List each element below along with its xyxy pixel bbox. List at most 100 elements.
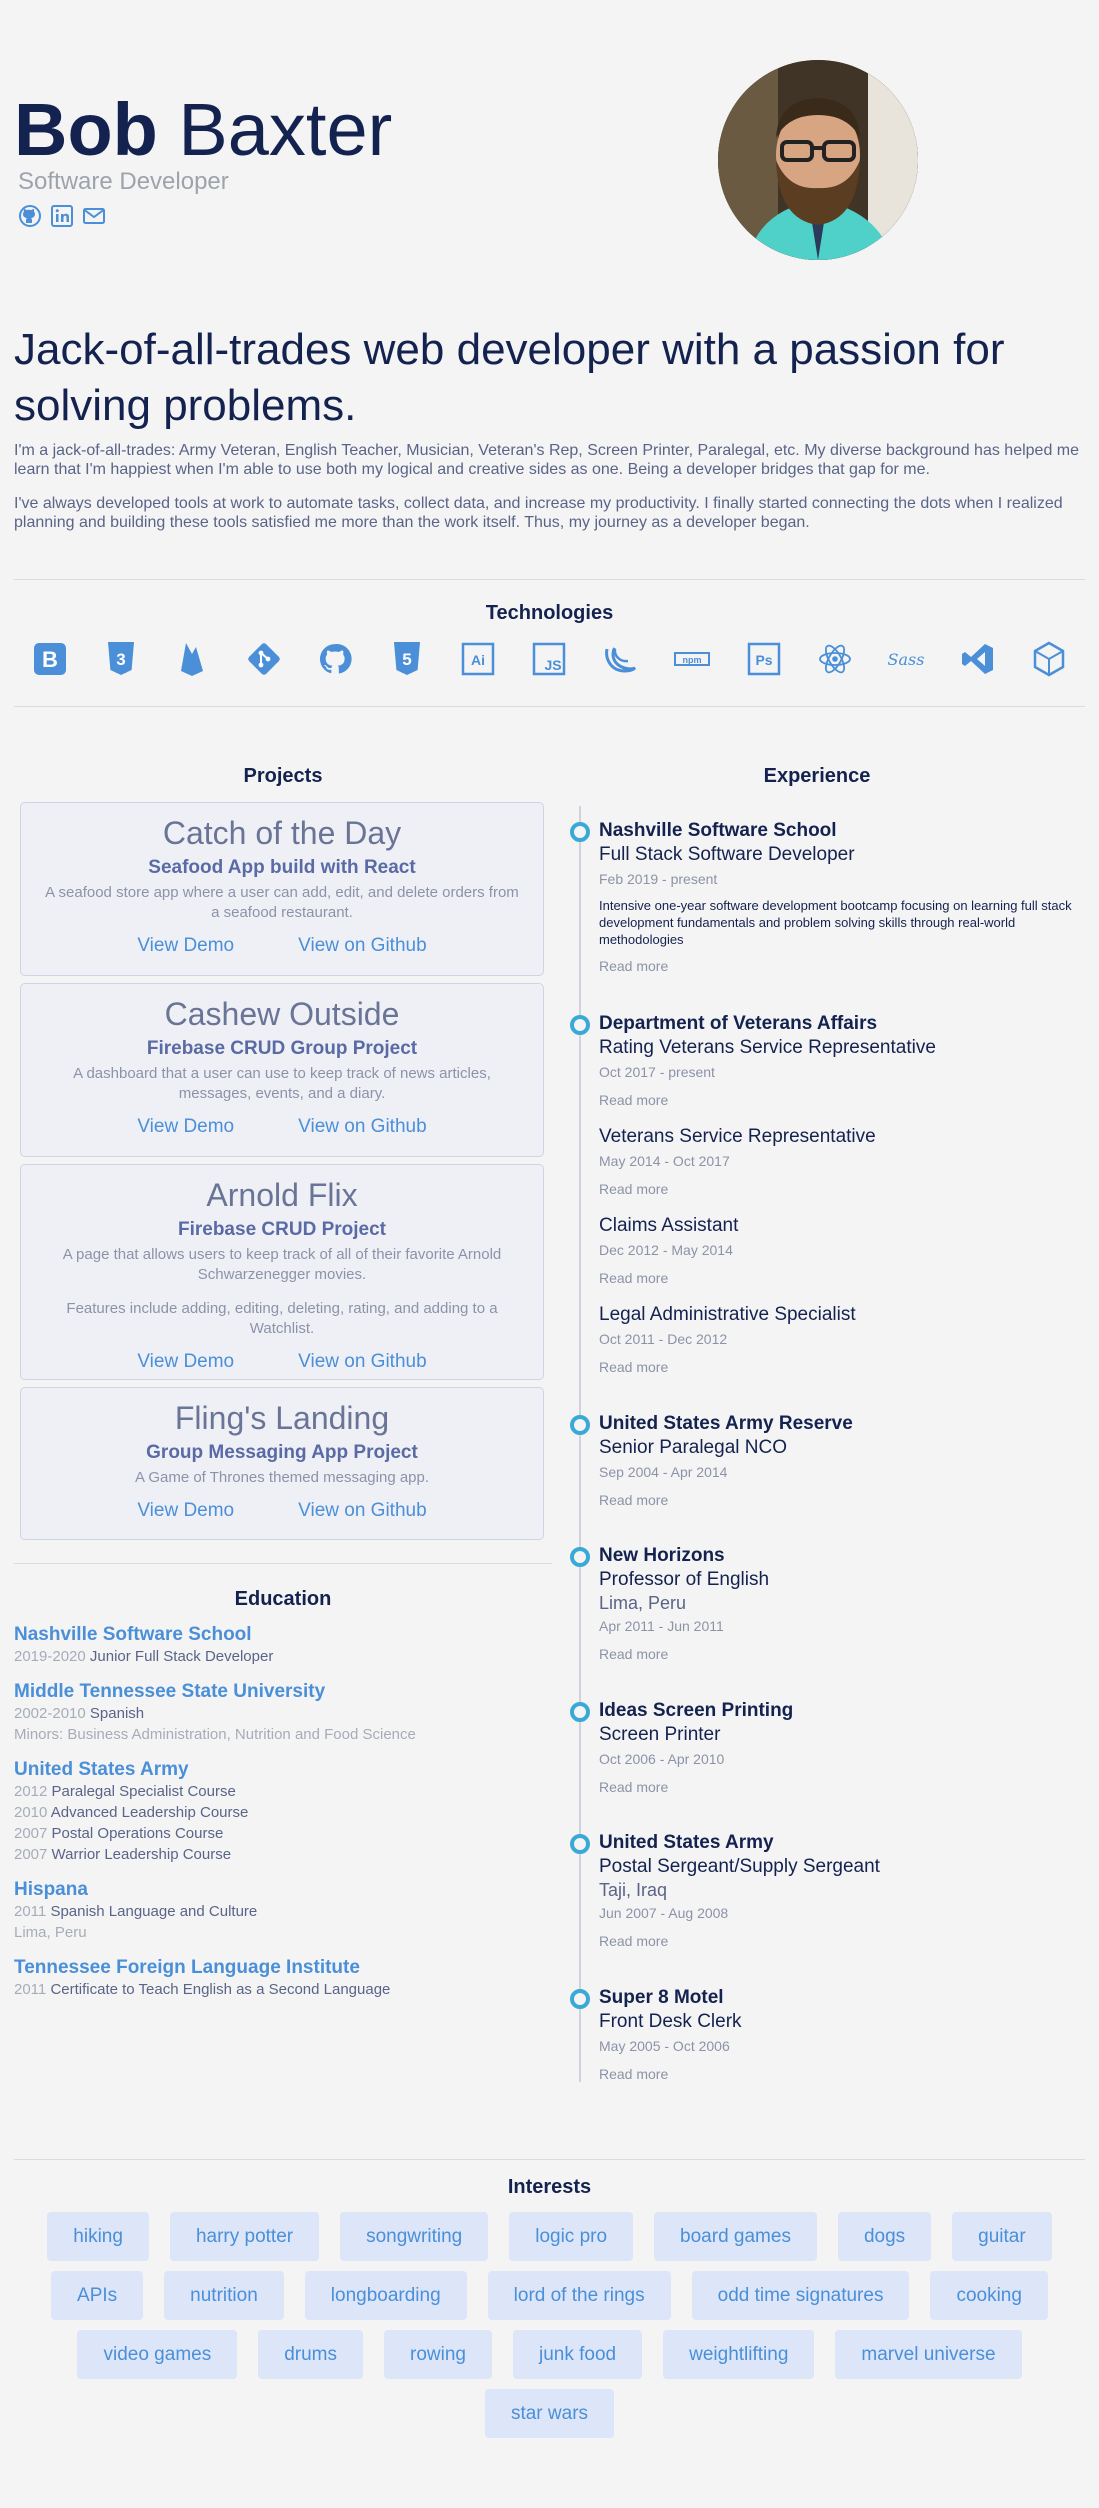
svg-text:Ps: Ps (755, 652, 772, 668)
interest-chip: songwriting (340, 2212, 489, 2261)
javascript-icon: JS (530, 640, 568, 678)
read-more-link[interactable]: Read more (599, 1092, 1084, 1108)
vscode-icon (959, 640, 997, 678)
experience-role: Professor of English (599, 1569, 770, 1590)
read-more-link[interactable]: Read more (599, 1359, 1084, 1375)
education-title: Education (234, 1588, 332, 1610)
view-github-link[interactable]: View on Github (298, 1116, 427, 1138)
experience-title: Experience (763, 765, 871, 787)
edu-detail: Paralegal Specialist Course (51, 1783, 236, 1800)
read-more-link[interactable]: Read more (599, 1933, 1084, 1949)
education-item: Hispana 2011 Spanish Language and Cultur… (14, 1879, 554, 1943)
view-github-link[interactable]: View on Github (298, 1500, 427, 1522)
interest-chip: odd time signatures (691, 2271, 910, 2320)
interest-chip: lord of the rings (487, 2271, 671, 2320)
experience-org: Nashville Software School (599, 820, 837, 841)
experience-date: Apr 2011 - Jun 2011 (599, 1618, 724, 1634)
read-more-link[interactable]: Read more (599, 958, 1084, 974)
interest-chip: drums (258, 2330, 364, 2379)
intro-paragraph: I'm a jack-of-all-trades: Army Veteran, … (14, 442, 1080, 478)
html5-icon: 5 (388, 640, 426, 678)
school-name: Hispana (14, 1879, 88, 1900)
svg-text:JS: JS (545, 657, 562, 673)
edu-year: 2011 (14, 1903, 47, 1920)
read-more-link[interactable]: Read more (599, 1492, 1084, 1508)
view-demo-link[interactable]: View Demo (137, 1351, 234, 1373)
edu-detail: Lima, Peru (14, 1924, 87, 1941)
last-name: Baxter (178, 88, 393, 171)
edu-detail: Spanish Language and Culture (50, 1903, 258, 1920)
project-title: Fling's Landing (174, 1400, 390, 1436)
education-item: United States Army 2012 Paralegal Specia… (14, 1759, 554, 1865)
project-card: Catch of the Day Seafood App build with … (20, 802, 544, 976)
school-name: Middle Tennessee State University (14, 1681, 326, 1702)
social-links (18, 204, 106, 228)
interest-chip: dogs (837, 2212, 932, 2261)
interest-chip: guitar (952, 2212, 1052, 2261)
experience-role: Rating Veterans Service Representative (599, 1037, 936, 1058)
experience-role: Senior Paralegal NCO (599, 1437, 787, 1458)
edu-year: 2002-2010 (14, 1705, 86, 1722)
view-demo-link[interactable]: View Demo (137, 935, 234, 957)
view-demo-link[interactable]: View Demo (137, 1500, 234, 1522)
experience-date: Feb 2019 - present (599, 871, 718, 887)
edu-year: 2007 (14, 1846, 48, 1863)
interest-chip: rowing (384, 2330, 492, 2379)
avatar (718, 60, 918, 260)
email-icon[interactable] (82, 204, 106, 228)
experience-org: New Horizons (599, 1545, 725, 1566)
experience-item: United States Army Reserve Senior Parale… (599, 1412, 1084, 1508)
npm-icon: npm (673, 640, 711, 678)
view-github-link[interactable]: View on Github (298, 935, 427, 957)
project-subtitle: Firebase CRUD Group Project (146, 1038, 418, 1059)
experience-role: Veterans Service Representative (599, 1126, 876, 1147)
experience-item: Department of Veterans Affairs Rating Ve… (599, 1012, 1084, 1108)
timeline-dot (570, 1989, 590, 2009)
edu-year: 2019-2020 (14, 1648, 86, 1665)
git-icon (245, 640, 283, 678)
edu-year: 2007 (14, 1825, 48, 1842)
read-more-link[interactable]: Read more (599, 1270, 1084, 1286)
experience-role: Screen Printer (599, 1724, 721, 1745)
experience-org: United States Army (599, 1832, 774, 1853)
svg-text:B: B (42, 647, 58, 672)
github-icon[interactable] (18, 204, 42, 228)
interest-chip: star wars (484, 2389, 615, 2438)
interests-title: Interests (507, 2176, 592, 2198)
project-features: Features include adding, editing, deleti… (66, 1300, 498, 1337)
edu-year: 2011 (14, 1981, 47, 1998)
experience-date: Oct 2011 - Dec 2012 (599, 1331, 728, 1347)
timeline-dot (570, 1834, 590, 1854)
experience-org: Super 8 Motel (599, 1987, 724, 2008)
experience-item: New Horizons Professor of English Lima, … (599, 1544, 1084, 1662)
view-demo-link[interactable]: View Demo (137, 1116, 234, 1138)
experience-date: May 2005 - Oct 2006 (599, 2038, 730, 2054)
technologies-list: B 3 5 Ai JS npm Ps Sass (14, 640, 1085, 678)
job-title: Software Developer (18, 168, 229, 195)
edu-detail: Certificate to Teach English as a Second… (50, 1981, 391, 1998)
technologies-title: Technologies (485, 602, 614, 624)
headline: Jack-of-all-trades web developer with a … (14, 325, 1005, 430)
project-description: A dashboard that a user can use to keep … (73, 1065, 491, 1102)
experience-date: Oct 2006 - Apr 2010 (599, 1751, 725, 1767)
linkedin-icon[interactable] (50, 204, 74, 228)
view-github-link[interactable]: View on Github (298, 1351, 427, 1373)
illustrator-icon: Ai (459, 640, 497, 678)
svg-text:Sass: Sass (888, 650, 925, 669)
experience-item: Ideas Screen Printing Screen Printer Oct… (599, 1699, 1084, 1795)
experience-item: Legal Administrative Specialist Oct 2011… (599, 1303, 1084, 1375)
photoshop-icon: Ps (745, 640, 783, 678)
read-more-link[interactable]: Read more (599, 1181, 1084, 1197)
read-more-link[interactable]: Read more (599, 2066, 1084, 2082)
interest-chip: nutrition (164, 2271, 284, 2320)
experience-org: United States Army Reserve (599, 1413, 853, 1434)
interest-chip: APIs (51, 2271, 144, 2320)
read-more-link[interactable]: Read more (599, 1646, 1084, 1662)
project-subtitle: Group Messaging App Project (146, 1442, 418, 1463)
read-more-link[interactable]: Read more (599, 1779, 1084, 1795)
github-icon (316, 640, 354, 678)
divider (14, 579, 1085, 580)
edu-year: 2010 (14, 1804, 48, 1821)
divider (14, 1563, 552, 1564)
project-card: Fling's Landing Group Messaging App Proj… (20, 1387, 544, 1540)
